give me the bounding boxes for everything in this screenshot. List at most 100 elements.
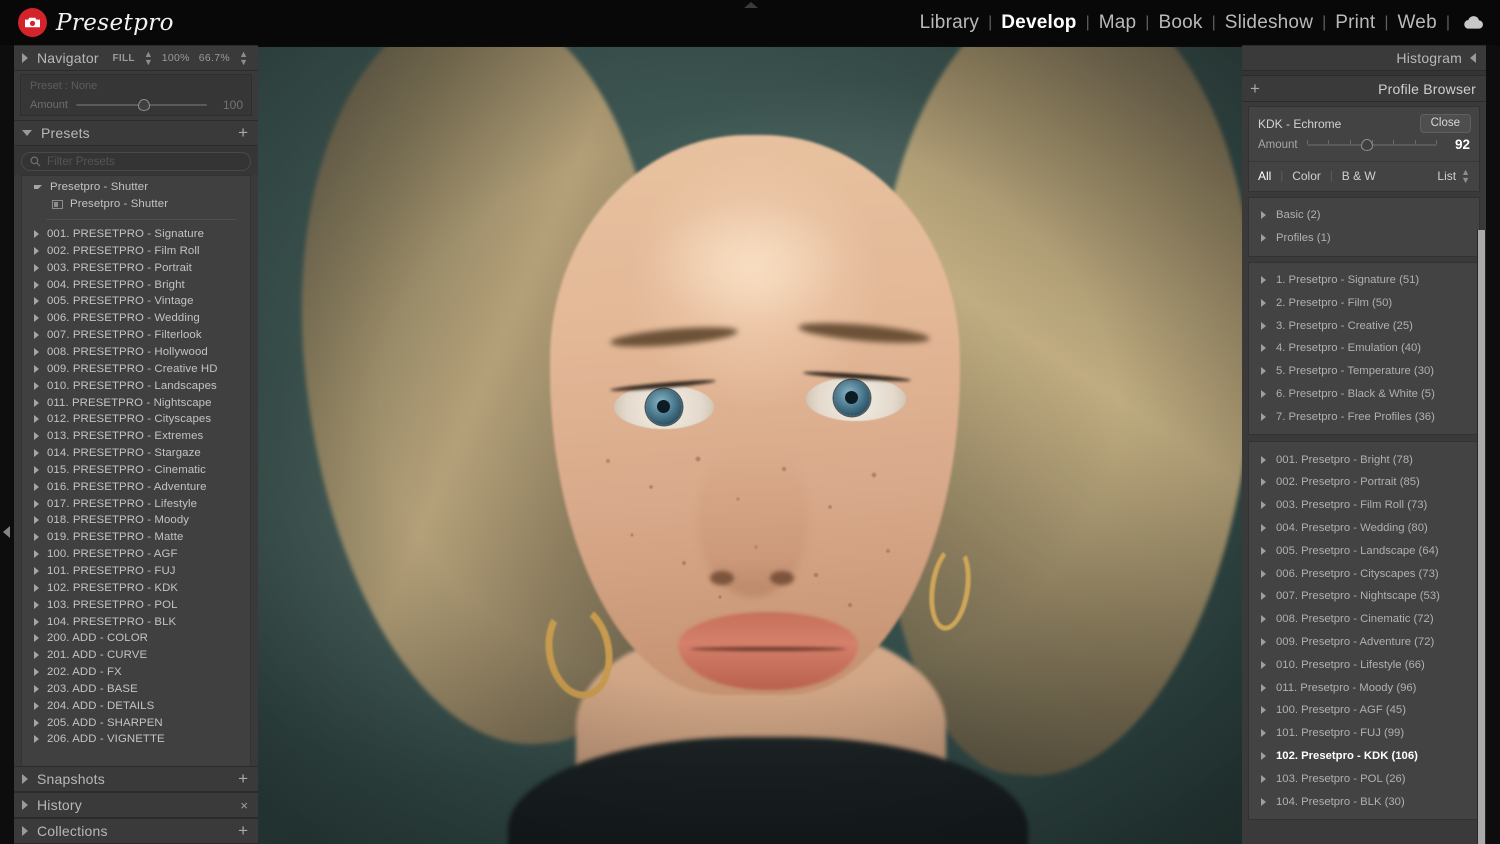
preset-item[interactable]: 002. PRESETPRO - Film Roll [22,243,250,260]
chevron-right-icon[interactable] [34,246,39,255]
tab-bw[interactable]: B & W [1333,169,1385,183]
preset-item[interactable]: 201. ADD - CURVE [22,647,250,664]
chevron-right-icon[interactable] [34,482,39,491]
profile-group-item[interactable]: 009. Presetpro - Adventure (72) [1249,631,1479,654]
profile-group-item[interactable]: 101. Presetpro - FUJ (99) [1249,722,1479,745]
preset-item[interactable]: 011. PRESETPRO - Nightscape [22,394,250,411]
slider-knob[interactable] [1360,138,1373,151]
preset-item[interactable]: 015. PRESETPRO - Cinematic [22,462,250,479]
chevron-right-icon[interactable] [34,583,39,592]
preset-item[interactable]: 018. PRESETPRO - Moody [22,512,250,529]
navigator-fill-stepper-icon[interactable]: ▲ ▼ [144,50,153,67]
preset-item[interactable]: 003. PRESETPRO - Portrait [22,259,250,276]
profile-numbered-group[interactable]: 2. Presetpro - Film (50) [1249,291,1479,314]
chevron-down-icon[interactable] [22,130,32,136]
profile-numbered-group[interactable]: 4. Presetpro - Emulation (40) [1249,337,1479,360]
profile-group-item[interactable]: 102. Presetpro - KDK (106) [1249,745,1479,768]
chevron-right-icon[interactable] [34,651,39,660]
chevron-right-icon[interactable] [34,348,39,357]
chevron-right-icon[interactable] [34,499,39,508]
module-book[interactable]: Book [1149,12,1211,34]
preset-item[interactable]: 001. PRESETPRO - Signature [22,226,250,243]
preset-item[interactable]: 006. PRESETPRO - Wedding [22,310,250,327]
chevron-right-icon[interactable] [34,415,39,424]
chevron-right-icon[interactable] [34,398,39,407]
preset-item[interactable]: 202. ADD - FX [22,664,250,681]
profile-group-item[interactable]: 002. Presetpro - Portrait (85) [1249,471,1479,494]
add-preset-plus-icon[interactable]: + [238,124,248,141]
preset-list[interactable]: Presetpro - Shutter Presetpro - Shutter … [21,175,251,789]
chevron-right-icon[interactable] [1261,637,1266,646]
profile-group-item[interactable]: 001. Presetpro - Bright (78) [1249,448,1479,471]
chevron-right-icon[interactable] [34,465,39,474]
chevron-right-icon[interactable] [1261,729,1266,738]
preset-item[interactable]: 009. PRESETPRO - Creative HD [22,360,250,377]
chevron-right-icon[interactable] [1261,569,1266,578]
scrollbar-thumb[interactable] [1478,230,1485,844]
profile-group-list[interactable]: 001. Presetpro - Bright (78) 002. Presetp… [1248,441,1480,820]
module-print[interactable]: Print [1326,12,1384,34]
collections-header[interactable]: Collections + [14,818,258,844]
preset-item[interactable]: 204. ADD - DETAILS [22,697,250,714]
chevron-right-icon[interactable] [34,600,39,609]
chevron-right-icon[interactable] [22,53,28,63]
preset-item[interactable]: 016. PRESETPRO - Adventure [22,478,250,495]
chevron-right-icon[interactable] [1261,501,1266,510]
preset-item[interactable]: 100. PRESETPRO - AGF [22,546,250,563]
chevron-right-icon[interactable] [1261,211,1266,220]
chevron-right-icon[interactable] [34,280,39,289]
module-library[interactable]: Library [911,12,988,34]
navigator-zoom-custom[interactable]: 66.7% [199,52,230,64]
profile-group-item[interactable]: 004. Presetpro - Wedding (80) [1249,517,1479,540]
preset-item[interactable]: 010. PRESETPRO - Landscapes [22,377,250,394]
snapshots-header[interactable]: Snapshots + [14,766,258,792]
profile-group-item[interactable]: 100. Presetpro - AGF (45) [1249,699,1479,722]
chevron-right-icon[interactable] [34,230,39,239]
module-develop[interactable]: Develop [992,12,1085,34]
chevron-right-icon[interactable] [22,826,28,836]
chevron-right-icon[interactable] [1261,797,1266,806]
presets-header[interactable]: Presets + [14,120,258,146]
chevron-right-icon[interactable] [34,634,39,643]
chevron-right-icon[interactable] [34,718,39,727]
chevron-right-icon[interactable] [34,297,39,306]
slider-knob[interactable] [138,99,151,111]
profile-numbered-groups[interactable]: 1. Presetpro - Signature (51) 2. Presetpr… [1248,261,1480,436]
preset-item[interactable]: 005. PRESETPRO - Vintage [22,293,250,310]
chevron-right-icon[interactable] [1261,523,1266,532]
profile-group-item[interactable]: 005. Presetpro - Landscape (64) [1249,539,1479,562]
chevron-right-icon[interactable] [1261,321,1266,330]
left-panel-collapse-arrow-icon[interactable] [3,526,10,538]
chevron-right-icon[interactable] [1261,344,1266,353]
chevron-right-icon[interactable] [34,550,39,559]
module-slideshow[interactable]: Slideshow [1216,12,1322,34]
chevron-right-icon[interactable] [1261,592,1266,601]
chevron-right-icon[interactable] [1261,615,1266,624]
brand-logo[interactable]: Presetpro [18,8,174,37]
preset-item[interactable]: 008. PRESETPRO - Hollywood [22,344,250,361]
right-panel-scrollbar[interactable] [1477,230,1486,844]
top-panel-collapse-arrow-icon[interactable] [744,2,758,8]
profile-numbered-group[interactable]: 3. Presetpro - Creative (25) [1249,314,1479,337]
histogram-header[interactable]: Histogram [1242,45,1486,71]
navigator-header[interactable]: Navigator FILL ▲ ▼ 100% 66.7% ▲ ▼ [14,45,258,71]
chevron-right-icon[interactable] [1261,706,1266,715]
chevron-down-icon[interactable] [34,185,42,190]
tab-color[interactable]: Color [1283,169,1330,183]
chevron-right-icon[interactable] [1261,367,1266,376]
chevron-right-icon[interactable] [34,381,39,390]
close-button[interactable]: Close [1419,114,1471,133]
profile-top-group[interactable]: Basic (2) [1249,204,1479,227]
profile-group-item[interactable]: 103. Presetpro - POL (26) [1249,767,1479,790]
tab-all[interactable]: All [1258,169,1280,183]
chevron-right-icon[interactable] [34,314,39,323]
photo-stage[interactable] [258,45,1242,844]
navigator-zoom-100[interactable]: 100% [162,52,190,64]
preset-item[interactable]: 007. PRESETPRO - Filterlook [22,327,250,344]
chevron-right-icon[interactable] [1261,660,1266,669]
module-map[interactable]: Map [1090,12,1146,34]
profile-numbered-group[interactable]: 1. Presetpro - Signature (51) [1249,269,1479,292]
profile-top-group[interactable]: Profiles (1) [1249,227,1479,250]
chevron-right-icon[interactable] [22,774,28,784]
profile-browser-header[interactable]: + Profile Browser [1242,76,1486,102]
